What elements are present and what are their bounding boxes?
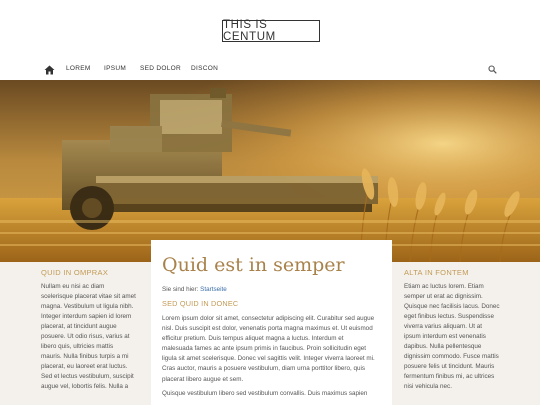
left-line: magna. Vestibulum ut ligula nibh. (41, 303, 134, 310)
right-line: dignissim commodo. Fusce mattis (404, 353, 499, 360)
right-line: dapibus. Nulla pellentesque (404, 343, 482, 350)
left-line: scelerisque placerat vitae sit amet (41, 293, 136, 300)
left-line: augue vel, lobortis felis. Nulla a (41, 383, 129, 390)
main-paragraph: Lorem ipsum dolor sit amet, consectetur … (162, 314, 381, 385)
main-line: Lorem ipsum dolor sit amet, consectetur … (162, 315, 375, 322)
breadcrumb: Sie sind hier: Startseite (162, 286, 381, 293)
search-icon[interactable] (488, 65, 497, 74)
main-line: nisl. Duis suscipit est dolor, venenatis… (162, 325, 373, 333)
main-nav: LOREM IPSUM SED DOLOR DISCON (0, 62, 540, 80)
hero-image (0, 80, 540, 262)
right-line: Etiam ac luctus lorem. Etiam (404, 283, 484, 290)
main-content-card: Quid est in semper Sie sind hier: Starts… (151, 240, 392, 405)
main-line: efficitur pretium. Duis tempus aliquet m… (162, 335, 344, 343)
right-line: eget finibus lectus. Suspendisse (404, 313, 494, 320)
right-line: fermentum finibus mi, ac ultrices (404, 373, 495, 380)
site-header: THIS IS CENTUM (0, 0, 540, 62)
right-line: ipsum interdum est venenatis (404, 333, 486, 340)
main-line: placerat libero augue et sem. (162, 375, 244, 383)
nav-item-lorem[interactable]: LOREM (66, 65, 91, 72)
left-line: Nullam eu nisi ac diam (41, 283, 105, 290)
left-line: Sed et lectus vestibulum, suscipit (41, 373, 134, 380)
section-subtitle: SED QUID IN DONEC (162, 299, 239, 308)
left-line: mauris. Nulla finibus turpis a mi (41, 353, 129, 360)
nav-item-ipsum[interactable]: IPSUM (104, 65, 126, 72)
left-column-text: Nullam eu nisi ac diam scelerisque place… (41, 282, 143, 392)
main-line: Cras auctor, mauris a posuere vestibulum… (162, 365, 365, 373)
home-icon[interactable] (44, 65, 55, 75)
right-column-text: Etiam ac luctus lorem. Etiam semper ut e… (404, 282, 506, 392)
left-line: placerat, at tincidunt augue (41, 323, 117, 330)
right-line: nisi vehicula nec. (404, 383, 452, 390)
left-line: libero quis, ultricies mattis (41, 343, 114, 350)
breadcrumb-prefix: Sie sind hier: (162, 286, 199, 293)
right-column-title: ALTA IN FONTEM (404, 268, 469, 277)
nav-item-sed-dolor[interactable]: SED DOLOR (140, 65, 181, 72)
harvester-wheat-image (0, 80, 540, 262)
page-title: Quid est in semper (162, 254, 345, 276)
breadcrumb-link-home[interactable]: Startseite (200, 286, 227, 293)
main-line: malesuada fames ac ante ipsum primis in … (162, 345, 367, 353)
nav-item-discon[interactable]: DISCON (191, 65, 218, 72)
site-logo[interactable]: THIS IS CENTUM (222, 19, 320, 43)
main-paragraph-2: Quisque vestibulum libero sed vestibulum… (162, 389, 381, 399)
right-line: viverra varius aliquam. Ut at (404, 323, 483, 330)
right-line: Quisque nec facilisis lacus. Donec (404, 303, 500, 310)
left-line: posuere. Ut odio risus, varius at (41, 333, 130, 340)
main-line: ligula sit amet scelerisque. Donec vel s… (162, 355, 375, 363)
left-line: placerat, eu laoreet erat luctus. (41, 363, 128, 370)
right-line: posuere felis ut tincidunt. Mauris (404, 363, 495, 370)
right-line: semper ut erat ac dignissim. (404, 293, 483, 300)
left-line: Integer interdum sapien id lorem (41, 313, 132, 320)
left-column-title: QUID IN OMPRAX (41, 268, 109, 277)
main-line: Quisque vestibulum libero sed vestibulum… (162, 389, 368, 397)
